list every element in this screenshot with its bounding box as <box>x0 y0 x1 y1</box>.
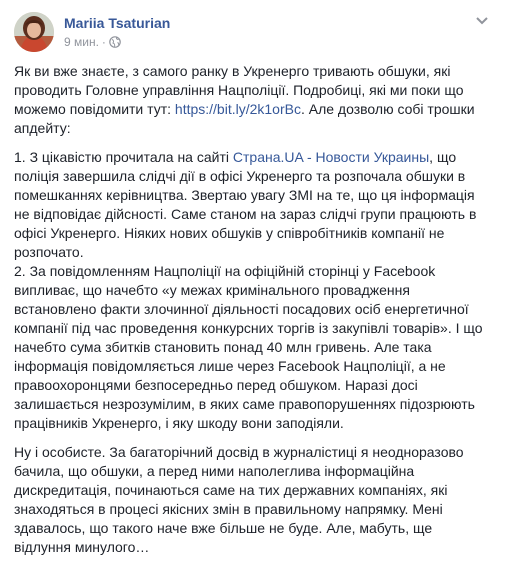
post-timestamp[interactable]: 9 мин. <box>64 35 99 49</box>
paragraph-updates: 1. З цікавістю прочитала на сайті Страна… <box>14 148 492 433</box>
paragraph-intro: Як ви вже знаєте, з самого ранку в Укрен… <box>14 62 492 138</box>
facebook-post: Mariia Tsaturian 9 мин. · Як ви вже знаєт… <box>0 0 506 555</box>
post-body: Як ви вже знаєте, з самого ранку в Укрен… <box>14 62 492 567</box>
meta-separator: · <box>101 35 106 49</box>
globe-icon[interactable] <box>109 36 121 51</box>
strana-ua-link[interactable]: Страна.UA - Новости Украины <box>233 149 429 165</box>
bitly-link[interactable]: https://bit.ly/2k1orBc <box>175 101 301 117</box>
chevron-down-icon[interactable] <box>472 14 492 28</box>
post-meta: 9 мин. · <box>64 35 121 51</box>
update-1-text: 1. З цікавістю прочитала на сайті <box>14 149 233 165</box>
paragraph-personal: Ну і особисте. За багаторічний досвід в … <box>14 444 464 555</box>
profile-photo <box>14 12 54 52</box>
update-2-text: 2. За повідомленням Нацполіції на офіцій… <box>14 263 483 431</box>
post-header: Mariia Tsaturian 9 мин. · <box>14 12 492 54</box>
avatar[interactable] <box>14 12 54 52</box>
update-1-tail: , що поліція завершила слідчі дії в офіс… <box>14 149 477 260</box>
author-name[interactable]: Mariia Tsaturian <box>64 15 170 31</box>
